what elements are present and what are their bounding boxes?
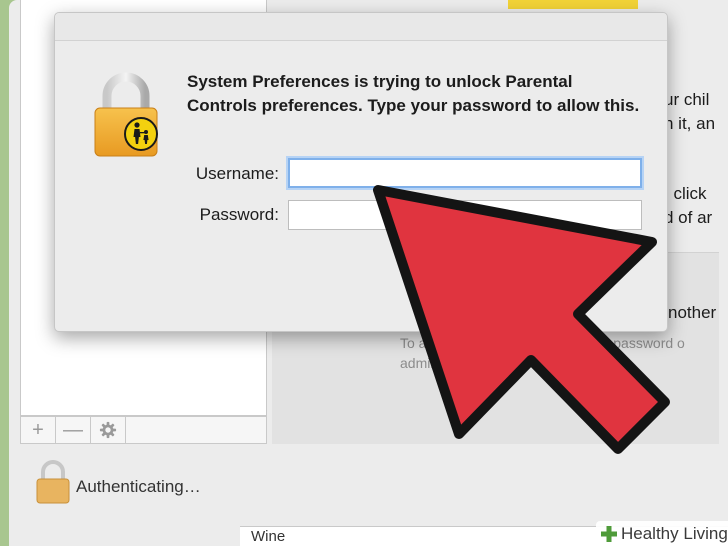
parental-controls-lock-icon [94,72,158,157]
background-text-line: d of ar [664,208,713,227]
leaf-cross-icon [601,525,617,542]
sidebar-toolbar: + — [20,416,267,444]
gear-button[interactable] [91,417,126,443]
remove-user-button[interactable]: — [56,417,91,443]
background-text-line: n it, an [664,114,716,133]
healthy-living-watermark: Healthy Living [596,521,728,546]
authenticating-status: Authenticating… [76,477,201,496]
background-text-line: , click [664,184,707,203]
other-label: nother [668,303,717,322]
add-user-button[interactable]: + [21,417,56,443]
panel-description: To acce hange parental settings d passwo… [400,335,685,371]
watermark-text: Healthy Living [621,523,728,543]
dialog-title-bar [55,13,667,41]
authentication-dialog: System Preferences is trying to unlock P… [54,12,668,332]
background-text-line: ur chil [664,90,710,109]
lock-icon[interactable] [34,460,72,504]
list-item-label: Wine [251,528,286,545]
header-image-strip [508,0,638,9]
dialog-message: System Preferences is trying to unlock P… [187,72,640,115]
password-field[interactable] [288,200,642,230]
password-label: Password: [199,205,279,224]
gear-icon [99,421,117,439]
username-field[interactable] [288,158,642,188]
username-label: Username: [195,164,279,183]
